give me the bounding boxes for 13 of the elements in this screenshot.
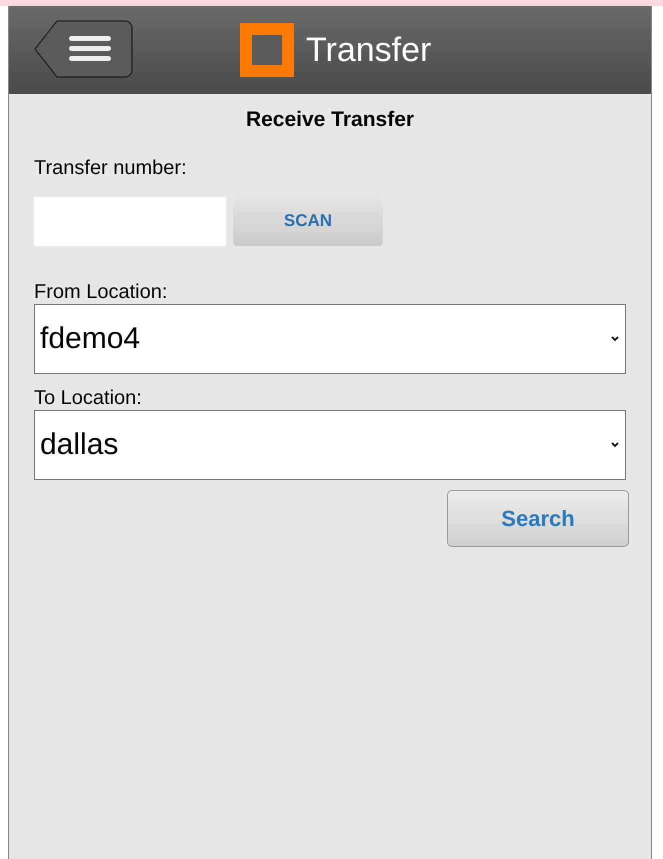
app-title: Transfer	[306, 30, 432, 70]
location-dropdown[interactable]: fdemo4	[34, 304, 626, 374]
scan-button[interactable]: SCAN	[233, 196, 383, 246]
logo-icon	[240, 23, 294, 77]
field-label: To Location:	[34, 386, 143, 410]
chevron-down-icon	[611, 336, 619, 342]
location-dropdown[interactable]: dallas	[34, 410, 626, 480]
field-label: Transfer number:	[34, 156, 188, 180]
field-label: From Location:	[34, 280, 168, 304]
transfer-number-field[interactable]	[34, 196, 226, 246]
menu-icon[interactable]	[34, 20, 133, 78]
chevron-down-icon	[611, 442, 619, 448]
page-heading: Receive Transfer	[244, 107, 416, 133]
